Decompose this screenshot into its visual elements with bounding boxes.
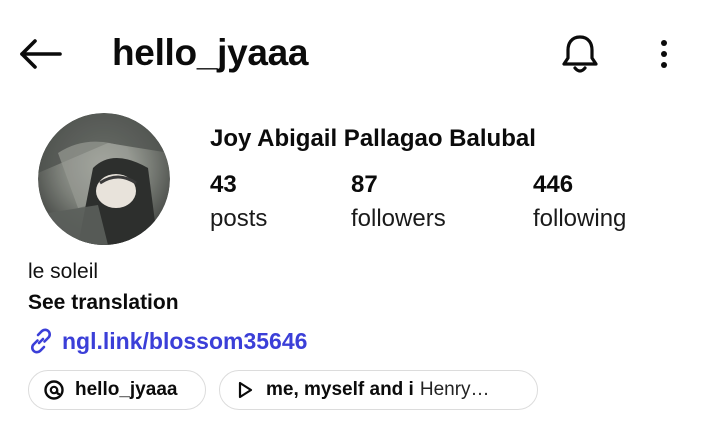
music-chip-artist: Henry…	[419, 379, 490, 400]
following-label: following	[533, 205, 627, 232]
music-chip-title: me, myself and i	[266, 379, 414, 400]
profile-avatar[interactable]	[38, 113, 170, 245]
following-stat[interactable]: 446 following	[533, 168, 626, 236]
posts-stat[interactable]: 43 posts	[210, 168, 267, 236]
profile-username-title: hello_jyaaa	[112, 32, 309, 73]
profile-photo	[38, 113, 170, 245]
link-icon	[26, 326, 56, 356]
posts-count: 43	[210, 171, 237, 198]
profile-display-name: Joy Abigail Pallagao Balubal	[210, 125, 536, 152]
followers-stat[interactable]: 87 followers	[351, 168, 446, 236]
notifications-button[interactable]	[556, 30, 604, 78]
profile-link-text: ngl.link/blossom35646	[62, 327, 308, 354]
threads-chip-label: hello_jyaaa	[75, 379, 178, 400]
more-options-button[interactable]	[642, 30, 686, 78]
followers-count: 87	[351, 171, 378, 198]
back-button[interactable]	[18, 31, 64, 77]
more-vertical-icon	[661, 40, 667, 68]
following-count: 446	[533, 171, 574, 198]
profile-header: hello_jyaaa	[0, 0, 720, 104]
play-icon	[234, 379, 256, 401]
see-translation-button[interactable]: See translation	[28, 288, 179, 318]
threads-profile-chip[interactable]: hello_jyaaa	[28, 370, 206, 410]
profile-link[interactable]: ngl.link/blossom35646	[26, 324, 307, 358]
bell-icon	[562, 35, 598, 73]
posts-label: posts	[210, 205, 268, 232]
profile-bio: le soleil	[28, 260, 99, 283]
threads-icon	[43, 379, 65, 401]
followers-label: followers	[351, 205, 446, 232]
music-chip[interactable]: me, myself and i Henry…	[219, 370, 538, 410]
arrow-left-icon	[20, 39, 62, 69]
